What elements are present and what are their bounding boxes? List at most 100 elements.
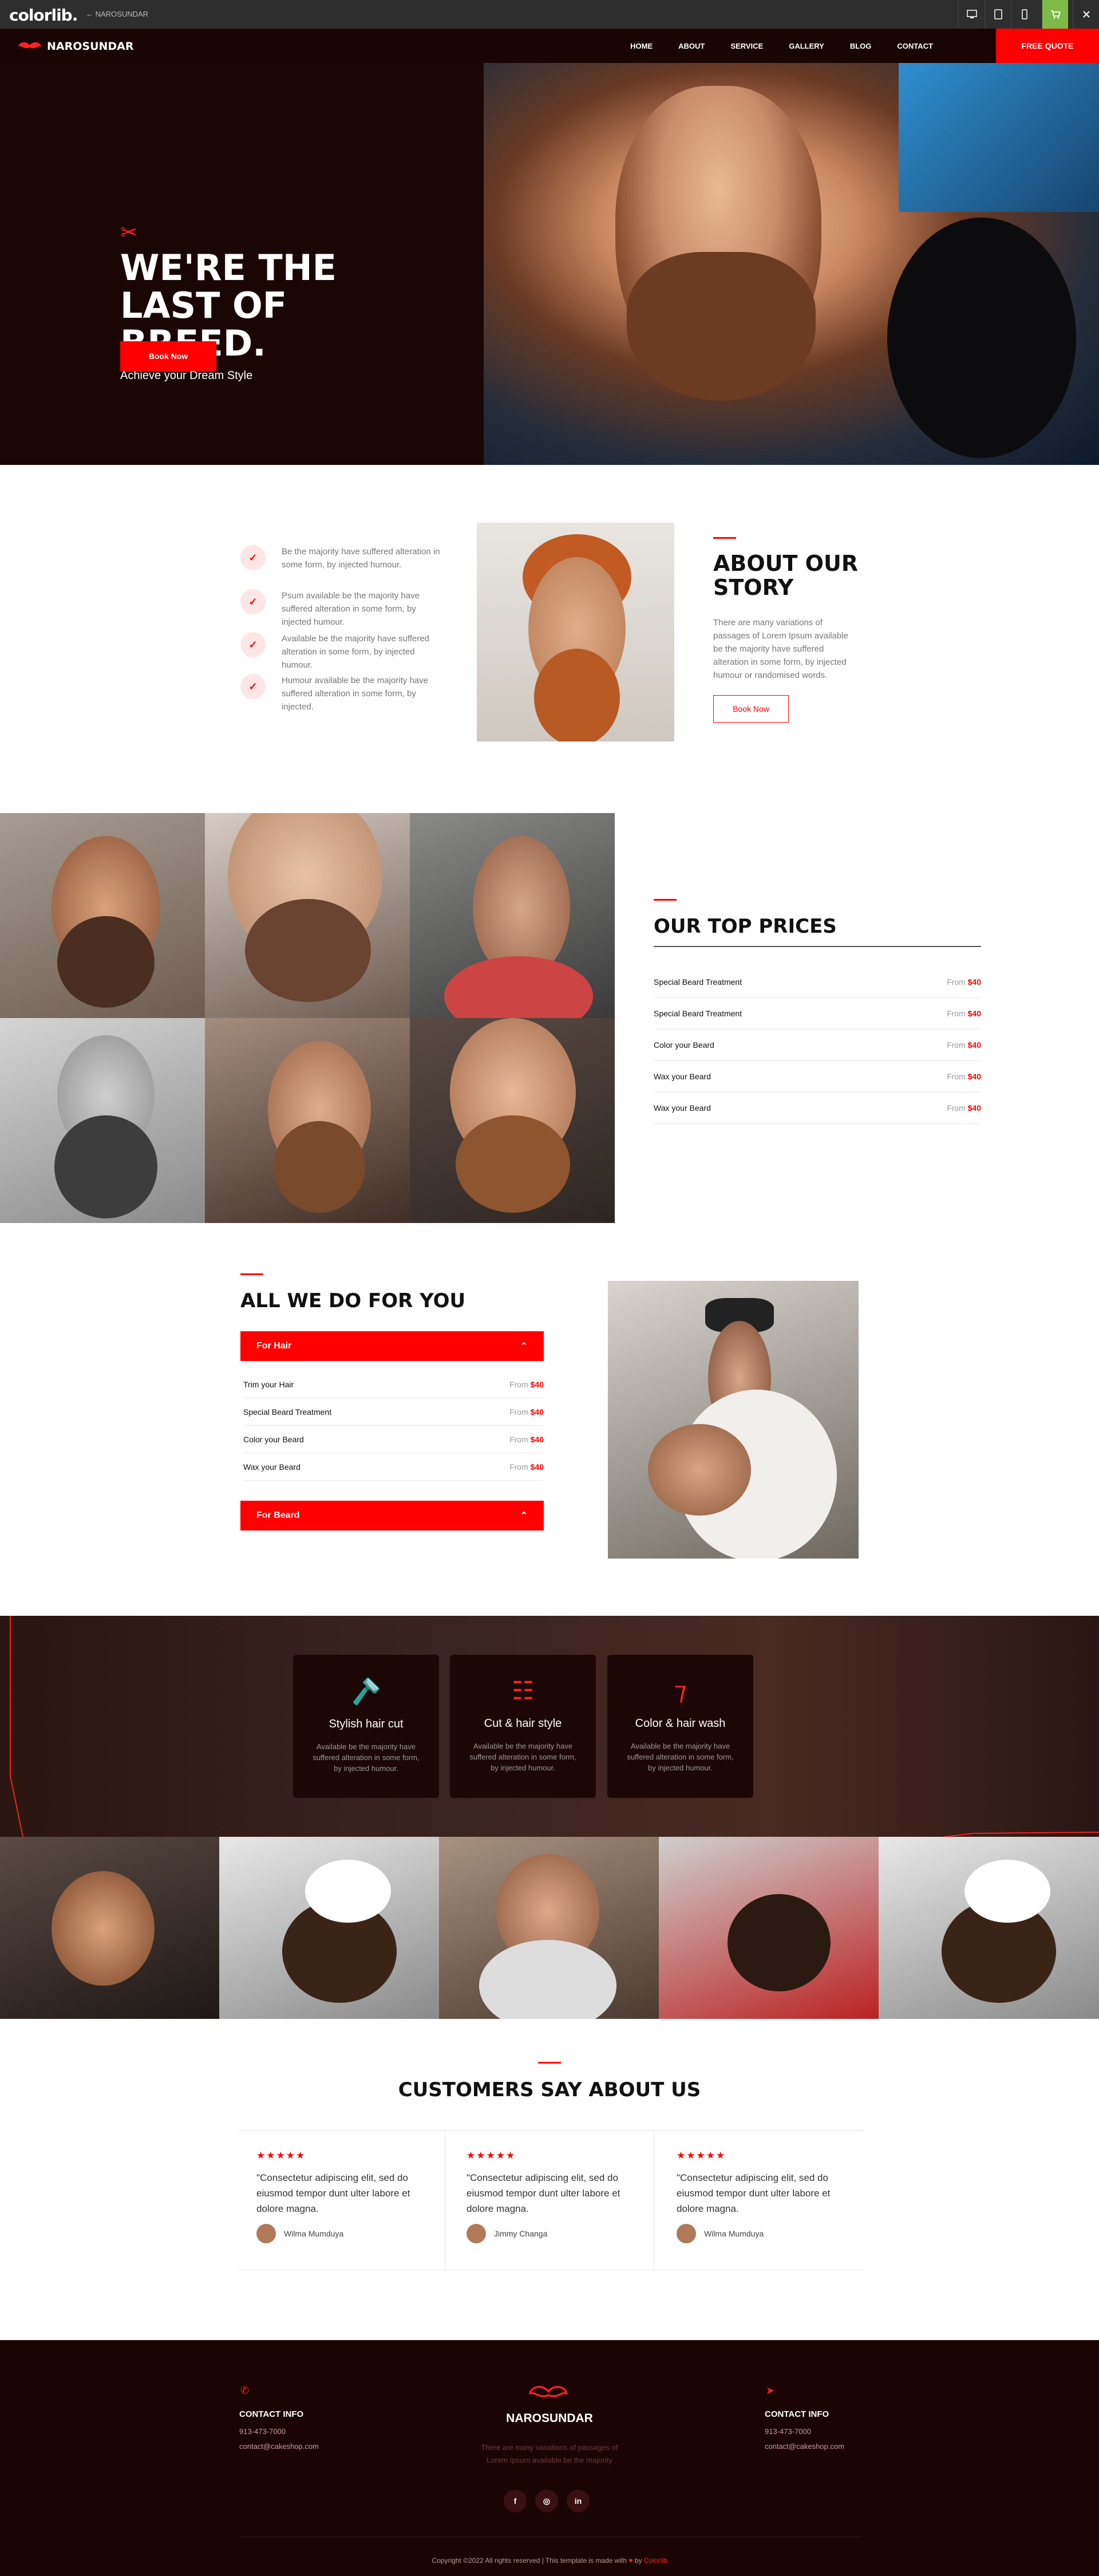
about-book-now-button[interactable]: Book Now — [713, 695, 789, 723]
close-icon[interactable] — [1073, 0, 1099, 29]
price-row: Special Beard Treatment From $40 — [654, 967, 981, 998]
nav-contact[interactable]: CONTACT — [897, 42, 933, 50]
instagram-icon[interactable]: ◎ — [535, 2490, 558, 2512]
colorlib-logo[interactable]: colorlib. — [9, 6, 78, 25]
gallery-image — [410, 813, 615, 1018]
feature-card: ☷ Cut & hair style Available be the majo… — [450, 1655, 596, 1798]
price-name: Wax your Beard — [654, 1103, 711, 1113]
chevron-up-icon: ⌃ — [520, 1511, 528, 1521]
testimonial-card: ★★★★★ "Consectetur adipiscing elit, sed … — [677, 2131, 885, 2268]
check-icon: ✓ — [240, 632, 266, 657]
price-amount: $40 — [967, 1009, 981, 1018]
service-from: From — [509, 1379, 528, 1389]
price-from: From — [947, 977, 966, 987]
services-image — [608, 1281, 859, 1559]
accordion-for-beard[interactable]: For Beard ⌃ — [240, 1501, 544, 1530]
copyright-text: Copyright ©2022 All rights reserved | Th… — [432, 2557, 627, 2565]
desktop-icon[interactable] — [958, 0, 985, 29]
price-amount: $40 — [967, 1040, 981, 1050]
heart-icon: ♥ — [628, 2557, 633, 2565]
section-accent-line — [538, 2062, 561, 2064]
colorlib-link[interactable]: Colorlib — [644, 2557, 667, 2565]
cart-icon[interactable] — [1042, 0, 1068, 29]
phone-icon: ✆ — [240, 2385, 250, 2396]
feature-check-text: Humour available be the majority have su… — [282, 676, 428, 712]
brand[interactable]: NAROSUNDAR — [17, 40, 134, 53]
prices-title: OUR TOP PRICES — [654, 915, 837, 938]
testimonial-author: Jimmy Changa — [467, 2224, 547, 2243]
mustache-logo-icon — [528, 2386, 568, 2397]
footer-phone[interactable]: 913-473-7000 — [239, 2424, 286, 2439]
free-quote-button[interactable]: FREE QUOTE — [996, 29, 1099, 63]
price-row: Color your Beard From $40 — [654, 1029, 981, 1061]
gallery-image — [410, 1018, 615, 1223]
prices-divider — [654, 946, 981, 947]
mustache-logo-icon — [18, 42, 41, 49]
footer-brand: NAROSUNDAR — [506, 2412, 593, 2425]
straight-razor-icon: ⁊ — [674, 1677, 687, 1705]
price-name: Special Beard Treatment — [654, 1009, 742, 1018]
check-icon: ✓ — [240, 545, 266, 570]
service-price: $40 — [530, 1434, 544, 1444]
testimonial-card: ★★★★★ "Consectetur adipiscing elit, sed … — [467, 2131, 675, 2268]
feature-text: Available be the majority have suffered … — [469, 1742, 576, 1772]
nav-service[interactable]: SERVICE — [730, 42, 763, 50]
about-text: There are many variations of passages of… — [713, 618, 848, 680]
check-icon: ✓ — [240, 674, 266, 699]
price-amount: $40 — [967, 1103, 981, 1113]
price-from: From — [947, 1103, 966, 1113]
price-amount: $40 — [967, 977, 981, 987]
strip-image — [879, 1837, 1099, 2019]
service-from: From — [509, 1407, 528, 1417]
footer-divider — [239, 2536, 860, 2537]
mobile-icon[interactable] — [1011, 0, 1037, 29]
check-icon: ✓ — [240, 589, 266, 614]
service-from: From — [509, 1434, 528, 1444]
hero-book-now-button[interactable]: Book Now — [120, 341, 216, 371]
razor-icon: 🪒 — [350, 1678, 382, 1706]
back-link[interactable]: ← NAROSUNDAR — [86, 10, 148, 18]
service-name: Special Beard Treatment — [243, 1407, 332, 1417]
price-value: From $40 — [947, 1072, 981, 1081]
nav-blog[interactable]: BLOG — [850, 42, 872, 50]
footer-email[interactable]: contact@cakeshop.com — [765, 2439, 844, 2454]
service-row: Trim your Hair From $40 — [243, 1371, 544, 1398]
services-title: ALL WE DO FOR YOU — [240, 1289, 466, 1312]
strip-image — [659, 1837, 879, 2019]
footer-phone[interactable]: 913-473-7000 — [765, 2424, 811, 2439]
linkedin-icon[interactable]: in — [567, 2490, 590, 2512]
price-from: From — [947, 1072, 966, 1081]
service-row: Color your Beard From $40 — [243, 1426, 544, 1453]
strip-image — [219, 1837, 439, 2019]
feature-title: Color & hair wash — [635, 1717, 726, 1730]
tablet-icon[interactable] — [985, 0, 1011, 29]
location-arrow-icon: ➤ — [766, 2385, 775, 2396]
feature-check-text: Psum available be the majority have suff… — [282, 591, 420, 627]
gallery-image — [0, 1018, 205, 1223]
hero-image — [484, 63, 1099, 465]
feature-title: Stylish hair cut — [329, 1718, 404, 1730]
testimonial-card: ★★★★★ "Consectetur adipiscing elit, sed … — [256, 2131, 465, 2268]
stars-rating: ★★★★★ — [677, 2150, 726, 2161]
price-value: From $40 — [947, 1103, 981, 1113]
service-name: Trim your Hair — [243, 1379, 294, 1389]
stars-rating: ★★★★★ — [467, 2150, 516, 2161]
facebook-icon[interactable]: f — [504, 2490, 527, 2512]
nav-gallery[interactable]: GALLERY — [789, 42, 824, 50]
service-name: Wax your Beard — [243, 1462, 301, 1472]
avatar — [467, 2224, 486, 2243]
accordion-for-hair[interactable]: For Hair ⌃ — [240, 1331, 544, 1361]
strip-image — [0, 1837, 219, 2019]
feature-check-text: Be the majority have suffered alteration… — [282, 547, 440, 570]
about-title: ABOUT OUR STORY — [713, 551, 859, 600]
service-value: From $40 — [509, 1380, 544, 1389]
hero-section: ✂ WE'RE THE LAST OF BREED. Achieve your … — [0, 63, 1099, 465]
footer-email[interactable]: contact@cakeshop.com — [239, 2439, 319, 2454]
service-from: From — [509, 1462, 528, 1472]
service-row: Special Beard Treatment From $40 — [243, 1398, 544, 1426]
nav-home[interactable]: HOME — [630, 42, 653, 50]
price-value: From $40 — [947, 1009, 981, 1018]
nav-about[interactable]: ABOUT — [678, 42, 705, 50]
feature-card: 🪒 Stylish hair cut Available be the majo… — [293, 1655, 439, 1798]
price-value: From $40 — [947, 1040, 981, 1050]
